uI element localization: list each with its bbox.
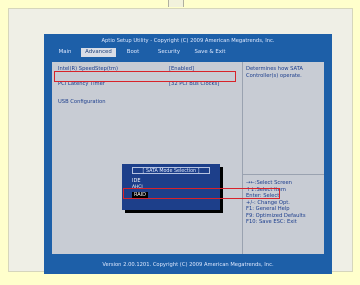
help-divider (243, 174, 324, 175)
panel-divider (242, 62, 243, 254)
tab-main[interactable]: Main (52, 48, 78, 57)
tab-security[interactable]: Security (151, 48, 187, 57)
tab-save-exit[interactable]: Save & Exit (189, 48, 231, 57)
setting-pci-latency-value[interactable]: [32 PCI Bus Clocks] (169, 81, 219, 88)
bios-tab-bar: Main Advanced Boot Security Save & Exit (44, 47, 332, 58)
popup-title: [ SATA Mode Selection ] (132, 167, 210, 174)
help-text: Determines how SATA Controller(s) operat… (246, 66, 303, 79)
raid-highlight-box (123, 188, 280, 199)
tab-boot[interactable]: Boot (122, 48, 144, 57)
key-legend: →←:Select Screen ↑↓:Select Item Enter: S… (246, 180, 322, 226)
bios-title: Aptio Setup Utility - Copyright (C) 2009… (101, 38, 275, 44)
settings-panel: Intel(R) SpeedStep(tm) [Enabled] SATA Mo… (52, 62, 324, 254)
setting-pci-latency-label[interactable]: PCI Latency Timer (58, 81, 105, 88)
setting-usb-config-label[interactable]: USB Configuration (58, 99, 105, 106)
bios-footer: Version 2.00.1201. Copyright (C) 2009 Am… (102, 262, 274, 268)
bios-screen: Aptio Setup Utility - Copyright (C) 2009… (44, 34, 332, 274)
screenshot-frame: Aptio Setup Utility - Copyright (C) 2009… (8, 8, 353, 274)
sata-mode-highlight-box (54, 71, 236, 82)
tab-advanced[interactable]: Advanced (81, 48, 116, 57)
popup-option-ide[interactable]: IDE (132, 178, 140, 185)
window-tab-notch (168, 0, 184, 7)
sata-mode-popup: [ SATA Mode Selection ] IDE AHCI RAID (122, 164, 220, 210)
key-save-exit: F10: Save ESC: Exit (246, 219, 297, 225)
